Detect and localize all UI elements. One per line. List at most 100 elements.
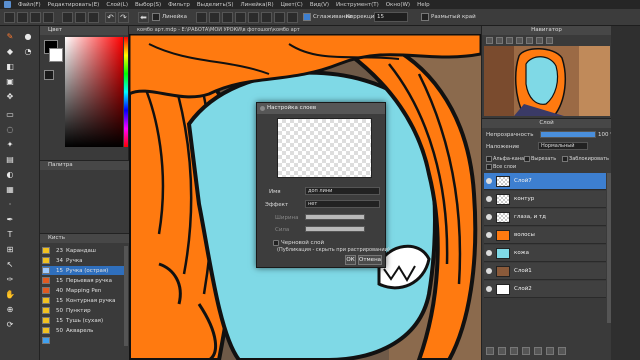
deselect-icon[interactable] [75, 12, 86, 23]
layer-row[interactable]: Слой1 [484, 263, 606, 280]
redo-arrow-icon[interactable]: ↷ [118, 12, 129, 23]
menu-color[interactable]: Цвет(C) [281, 2, 303, 8]
gradient-tool-icon[interactable]: ▤ [4, 153, 16, 165]
invert-selection-icon[interactable] [88, 12, 99, 23]
merge-down-icon[interactable] [522, 347, 530, 355]
layer-row[interactable]: волосы [484, 227, 606, 244]
select-all-icon[interactable] [62, 12, 73, 23]
ruler-perspective-icon[interactable] [235, 12, 246, 23]
layer-settings-icon[interactable] [546, 347, 554, 355]
brush-tool-icon[interactable]: ✎ [4, 30, 16, 42]
correction-select[interactable]: 15 [374, 12, 408, 22]
draft-layer-checkbox[interactable] [273, 240, 279, 246]
lasso-icon[interactable]: ◌ [4, 123, 16, 135]
blend-mode-select[interactable]: Нормальный [538, 142, 588, 150]
clip-checkbox[interactable] [524, 156, 530, 162]
open-icon[interactable] [17, 12, 28, 23]
menu-file[interactable]: Файл(F) [18, 2, 41, 8]
dot-tool-icon[interactable]: · [4, 198, 16, 210]
actual-size-icon[interactable] [516, 37, 523, 44]
new-layer-icon[interactable] [486, 347, 494, 355]
move-tool-icon[interactable]: ✥ [4, 90, 16, 102]
blur-tool-icon[interactable]: ◐ [4, 168, 16, 180]
save-icon[interactable] [30, 12, 41, 23]
brush-item[interactable]: 34 Ручка [42, 256, 125, 265]
fill-tool-icon[interactable]: ▣ [4, 75, 16, 87]
menu-ruler[interactable]: Линейка(R) [241, 2, 274, 8]
brush-item-selected[interactable]: 15 Ручка (острая) [42, 266, 125, 275]
ruler-concentric-icon[interactable] [248, 12, 259, 23]
blur-edge-checkbox[interactable] [421, 13, 429, 21]
rotate-right-icon[interactable] [536, 37, 543, 44]
brush-item[interactable]: 50 Акварель [42, 326, 125, 335]
ok-button[interactable]: ОК [345, 255, 356, 265]
visibility-eye-icon[interactable] [486, 268, 492, 274]
divide-tool-icon[interactable]: ▦ [4, 183, 16, 195]
visibility-eye-icon[interactable] [486, 286, 492, 292]
ruler-ellipse-icon[interactable] [222, 12, 233, 23]
all-layers-checkbox[interactable] [486, 164, 492, 170]
ruler-line-icon[interactable] [196, 12, 207, 23]
width-slider[interactable] [305, 214, 365, 220]
fit-icon[interactable] [506, 37, 513, 44]
background-color-swatch[interactable] [49, 48, 63, 62]
saturation-value-picker[interactable] [65, 37, 123, 147]
menu-window[interactable]: Окно(W) [386, 2, 410, 8]
text-tool-icon[interactable]: T [4, 228, 16, 240]
aa-icon[interactable]: ◔ [22, 45, 34, 57]
ruler-checkbox[interactable] [152, 13, 160, 21]
magic-wand-icon[interactable]: ✦ [4, 138, 16, 150]
brush-item[interactable] [42, 336, 125, 345]
eraser-tool-icon[interactable]: ◆ [4, 45, 16, 57]
color-picker-icon[interactable]: ◧ [4, 60, 16, 72]
clear-layer-icon[interactable] [534, 347, 542, 355]
layer-name-input[interactable]: доп лини [305, 187, 380, 195]
frame-tool-icon[interactable]: ⊞ [4, 243, 16, 255]
brush-item[interactable]: 40 Mapping Pen [42, 286, 125, 295]
power-slider[interactable] [305, 226, 365, 232]
lock-checkbox[interactable] [562, 156, 568, 162]
opacity-slider[interactable] [540, 131, 596, 138]
layer-row[interactable]: Слой2 [484, 281, 606, 298]
layer-row[interactable]: кожа [484, 245, 606, 262]
back-arrow-icon[interactable]: ⬅ [138, 12, 149, 23]
operation-tool-icon[interactable]: ↖ [4, 258, 16, 270]
zoom-out-icon[interactable] [496, 37, 503, 44]
navigator-thumbnail[interactable] [484, 46, 610, 116]
new-folder-icon[interactable] [498, 347, 506, 355]
zoom-in-icon[interactable] [486, 37, 493, 44]
snap-checkbox[interactable] [303, 13, 311, 21]
menu-highlight[interactable]: Выделить(S) [197, 2, 234, 8]
visibility-eye-icon[interactable] [486, 232, 492, 238]
ruler-symmetry-icon[interactable] [274, 12, 285, 23]
ruler-radial-icon[interactable] [287, 12, 298, 23]
document-tab[interactable]: комбо арт.mdp - E:\РАБОТА\МОИ УРОКИ\в фо… [129, 26, 481, 34]
hue-slider[interactable] [124, 37, 128, 147]
brush-item[interactable]: 15 Тушь (сухая) [42, 316, 125, 325]
menu-help[interactable]: Help [417, 2, 430, 8]
cancel-button[interactable]: Отмена [358, 255, 382, 265]
undo-arrow-icon[interactable]: ↶ [105, 12, 116, 23]
rotate-tool-icon[interactable]: ⟳ [4, 318, 16, 330]
ruler-parallel-icon[interactable] [261, 12, 272, 23]
brush-item[interactable]: 23 Карандаш [42, 246, 125, 255]
visibility-eye-icon[interactable] [486, 178, 492, 184]
transparent-swatch[interactable] [44, 70, 54, 80]
menu-select[interactable]: Выбор(S) [135, 2, 161, 8]
effect-select[interactable]: нет [305, 200, 380, 208]
layer-row[interactable]: контур [484, 191, 606, 208]
rotate-left-icon[interactable] [526, 37, 533, 44]
select-rect-icon[interactable]: ▭ [4, 108, 16, 120]
visibility-eye-icon[interactable] [486, 214, 492, 220]
brush-item[interactable]: 50 Пунктир [42, 306, 125, 315]
copy-layer-icon[interactable] [510, 347, 518, 355]
menu-edit[interactable]: Редактировать(E) [48, 2, 100, 8]
menu-filter[interactable]: Фильтр [168, 2, 190, 8]
menu-layer[interactable]: Слой(L) [106, 2, 128, 8]
visibility-eye-icon[interactable] [486, 196, 492, 202]
ruler-grid-icon[interactable] [209, 12, 220, 23]
alpha-channel-checkbox[interactable] [486, 156, 492, 162]
hand-tool-icon[interactable]: ✋ [4, 288, 16, 300]
visibility-eye-icon[interactable] [486, 250, 492, 256]
brush-list-scrollbar[interactable] [124, 246, 128, 346]
